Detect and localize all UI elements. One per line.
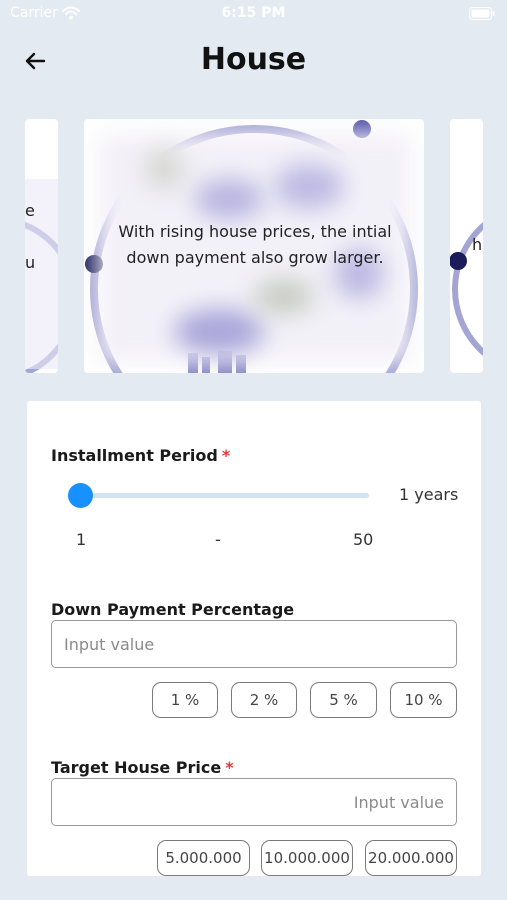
installment-period-value: 1 years <box>399 485 459 504</box>
carousel-caption: With rising house prices, the intial dow… <box>118 222 392 267</box>
carousel-slide-current[interactable]: With rising house prices, the intial dow… <box>84 119 424 373</box>
status-bar: Carrier 6:15 PM <box>0 0 507 30</box>
target-price-option-5m-button[interactable]: 5.000.000 <box>157 840 250 876</box>
loan-form-card: Installment Period * 1 years 1 - 50 Down … <box>27 401 481 876</box>
down-payment-input[interactable] <box>51 620 457 668</box>
slider-max-label: 50 <box>353 530 374 549</box>
down-payment-option-2-button[interactable]: 2 % <box>231 682 297 718</box>
page-title: House <box>200 42 307 77</box>
down-payment-option-1-button[interactable]: 1 % <box>152 682 218 718</box>
slide-peek-text: h <box>472 235 483 254</box>
slider-range-separator: - <box>215 530 221 549</box>
target-house-price-label-text: Target House Price <box>51 758 222 777</box>
target-price-option-20m-button[interactable]: 20.000.000 <box>365 840 457 876</box>
installment-period-label-text: Installment Period <box>51 446 218 465</box>
installment-period-slider-thumb[interactable] <box>68 483 93 508</box>
nav-header: House <box>0 38 507 86</box>
status-time: 6:15 PM <box>221 5 286 21</box>
target-price-option-10m-button[interactable]: 10.000.000 <box>261 840 353 876</box>
down-payment-option-10-button[interactable]: 10 % <box>390 682 457 718</box>
slider-min-label: 1 <box>76 530 87 549</box>
slide-peek-text: u <box>25 253 36 272</box>
required-mark: * <box>221 446 231 465</box>
target-house-price-label: Target House Price * <box>51 758 234 777</box>
image-carousel[interactable]: e u With rising house prices, the intial… <box>0 119 507 375</box>
carousel-slide-next[interactable]: h <box>450 119 483 373</box>
installment-period-label: Installment Period * <box>51 446 230 465</box>
down-payment-label-text: Down Payment Percentage <box>51 600 295 619</box>
down-payment-label: Down Payment Percentage <box>51 600 294 619</box>
carousel-slide-previous[interactable]: e u <box>25 119 58 373</box>
required-mark: * <box>225 758 234 777</box>
house-illustration-image <box>25 179 58 373</box>
slide-peek-text: e <box>25 201 35 220</box>
target-house-price-input[interactable] <box>51 778 457 826</box>
battery-icon <box>469 7 495 20</box>
down-payment-option-5-button[interactable]: 5 % <box>310 682 377 718</box>
installment-period-slider-track[interactable] <box>81 493 369 498</box>
